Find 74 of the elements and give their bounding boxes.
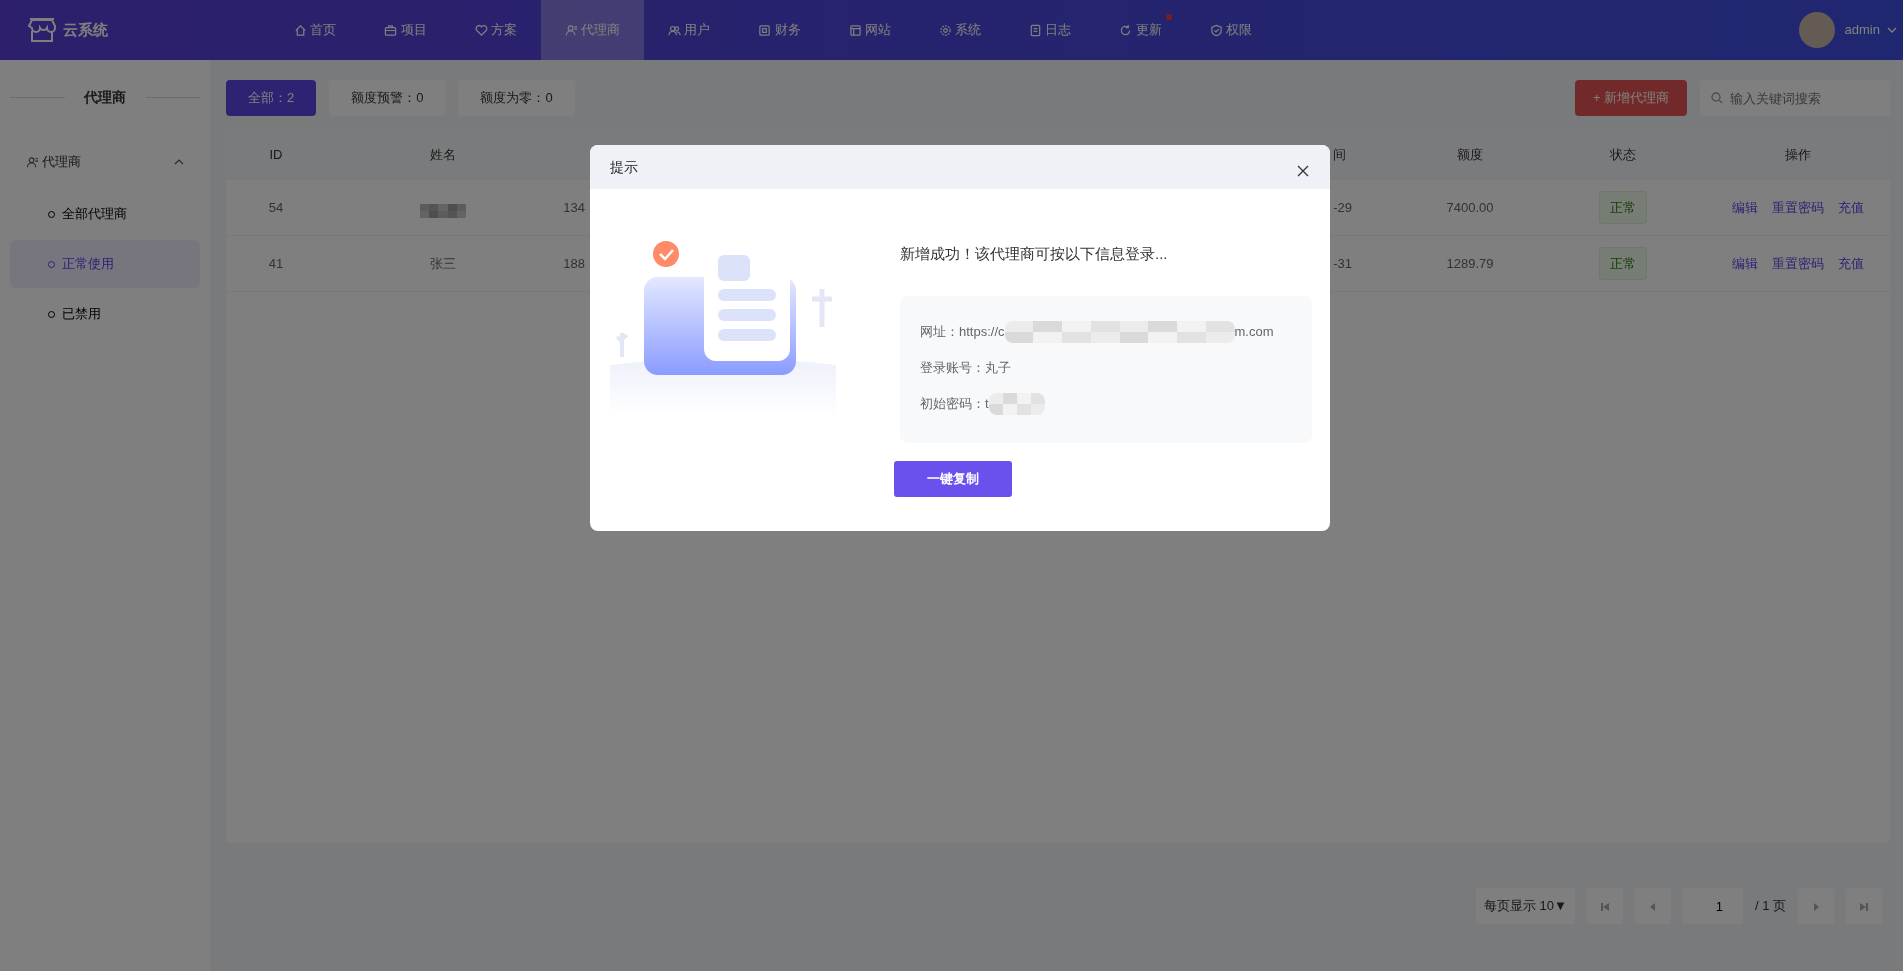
users-icon bbox=[668, 23, 681, 37]
page-size-select[interactable]: 每页显示 10▼ bbox=[1475, 888, 1575, 924]
caret-icon[interactable] bbox=[1886, 27, 1897, 33]
sidebar-group-label[interactable]: 代理商 bbox=[42, 152, 82, 172]
table-cell: 张三 bbox=[430, 255, 456, 271]
document-icon bbox=[1029, 23, 1042, 37]
copy-button[interactable]: 一键复制 bbox=[894, 460, 1012, 497]
add-agent-button[interactable]: + 新增代理商 bbox=[1575, 80, 1687, 116]
nav-tab[interactable]: 系统 bbox=[914, 0, 1005, 60]
table-cell: 188 bbox=[563, 255, 585, 271]
square-icon bbox=[758, 23, 772, 37]
table-cell: 54 bbox=[268, 199, 284, 215]
filter-tab[interactable]: 全部：2 bbox=[226, 80, 317, 116]
sidebar-item[interactable]: 全部代理商 bbox=[10, 190, 200, 238]
user-name[interactable]: admin bbox=[1844, 20, 1880, 40]
gear-icon bbox=[938, 23, 952, 37]
column-header: 间 bbox=[1333, 146, 1347, 162]
sidebar-item[interactable]: 正常使用 bbox=[10, 240, 200, 288]
filter-tab[interactable]: 额度预警：0 bbox=[329, 80, 446, 116]
table-cell: -29 bbox=[1333, 199, 1353, 215]
status-badge: 正常 bbox=[1598, 246, 1647, 281]
action-link[interactable]: 充值 bbox=[1837, 199, 1864, 215]
app-title: 云系统 bbox=[62, 19, 108, 40]
column-header: 状态 bbox=[1609, 146, 1636, 162]
chevron-up-icon[interactable] bbox=[174, 159, 184, 165]
column-header: ID bbox=[269, 146, 283, 162]
action-link[interactable]: 编辑 bbox=[1731, 199, 1758, 215]
page-input[interactable]: 1 bbox=[1682, 888, 1743, 924]
store-icon bbox=[28, 17, 56, 43]
nav-tab[interactable]: 项目 bbox=[360, 0, 451, 60]
table-cell: -31 bbox=[1333, 255, 1353, 271]
action-link[interactable]: 重置密码 bbox=[1771, 199, 1824, 215]
nav-tab[interactable]: 财务 bbox=[734, 0, 825, 60]
briefcase-icon bbox=[384, 23, 398, 37]
action-link[interactable]: 充值 bbox=[1837, 255, 1864, 271]
info-text: 网址：https://c bbox=[920, 322, 1005, 341]
info-text: m.com bbox=[1234, 322, 1274, 341]
table-cell: 41 bbox=[268, 255, 284, 271]
nav-tab[interactable]: 用户 bbox=[644, 0, 735, 60]
user-icon bbox=[26, 155, 39, 169]
nav-tab[interactable]: 更新 bbox=[1095, 0, 1186, 60]
info-text: 初始密码：t bbox=[920, 394, 989, 413]
search-field[interactable]: 输入关键词搜索 bbox=[1700, 80, 1890, 116]
table-cell: 134 bbox=[563, 199, 585, 215]
column-header: 姓名 bbox=[430, 146, 456, 162]
sidebar-title: 代理商 bbox=[84, 87, 126, 107]
filter-tab[interactable]: 额度为零：0 bbox=[458, 80, 575, 116]
table-cell: 1289.79 bbox=[1446, 255, 1494, 271]
column-header: 额度 bbox=[1457, 146, 1483, 162]
nav-tab[interactable]: 网站 bbox=[824, 0, 915, 60]
last-page-icon bbox=[1858, 900, 1870, 913]
search-icon bbox=[1711, 92, 1723, 104]
refresh-icon bbox=[1119, 23, 1133, 37]
dialog-title: 提示 bbox=[610, 157, 638, 177]
shield-icon bbox=[1209, 23, 1223, 37]
sidebar-item[interactable]: 已禁用 bbox=[10, 290, 200, 338]
avatar[interactable] bbox=[1798, 12, 1835, 48]
action-link[interactable]: 重置密码 bbox=[1771, 255, 1824, 271]
window-icon bbox=[848, 23, 862, 37]
status-badge: 正常 bbox=[1598, 190, 1647, 225]
nav-tab[interactable]: 权限 bbox=[1185, 0, 1276, 60]
nav-tab[interactable]: 首页 bbox=[270, 0, 361, 60]
first-page-icon bbox=[1598, 900, 1611, 913]
page-total: / 1 页 bbox=[1754, 897, 1786, 916]
home-icon bbox=[294, 23, 307, 37]
table-cell: 7400.00 bbox=[1446, 199, 1494, 215]
user-icon bbox=[564, 23, 578, 37]
column-header: 操作 bbox=[1784, 146, 1811, 162]
success-message: 新增成功！该代理商可按以下信息登录... bbox=[900, 244, 1169, 264]
nav-tab[interactable]: 日志 bbox=[1005, 0, 1096, 60]
action-link[interactable]: 编辑 bbox=[1731, 255, 1758, 271]
info-text: 登录账号：丸子 bbox=[920, 358, 1011, 377]
nav-tab[interactable]: 方案 bbox=[450, 0, 541, 60]
heart-icon bbox=[474, 23, 488, 37]
